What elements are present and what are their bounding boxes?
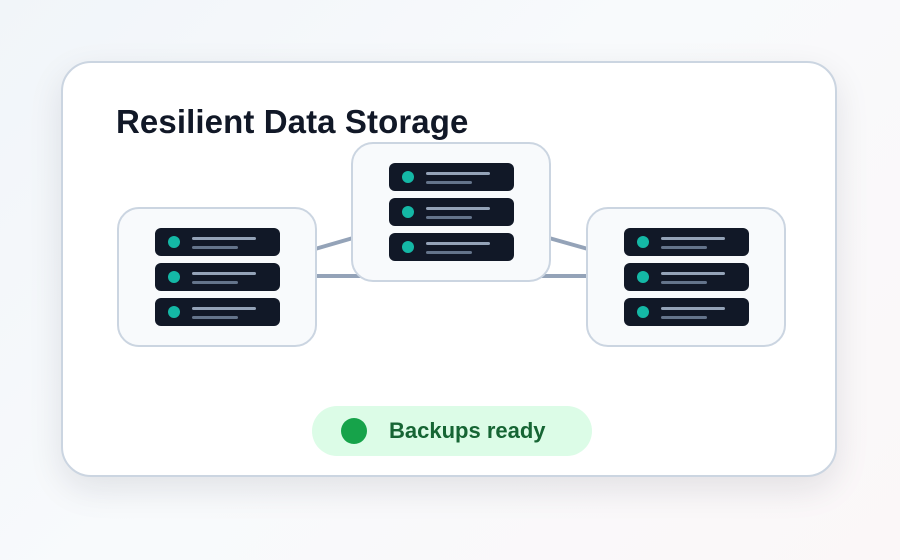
status-badge: Backups ready: [312, 406, 592, 456]
server-bar: [191, 316, 238, 319]
server-status-led: [401, 206, 414, 218]
server-rack-icon: [388, 233, 514, 261]
server-status-led: [636, 306, 649, 318]
server-bar: [191, 272, 256, 275]
server-bar: [191, 237, 256, 240]
link-left-center: [313, 236, 355, 251]
server-rack-icon: [154, 228, 280, 256]
server-bar: [425, 242, 490, 245]
server-bar: [660, 246, 707, 249]
server-status-led: [636, 271, 649, 283]
storage-node-left: [117, 207, 317, 347]
status-label: Backups ready: [389, 418, 546, 443]
server-bar: [191, 307, 256, 310]
server-rack-icon: [623, 263, 749, 291]
server-rack-icon: [623, 298, 749, 326]
server-status-led: [401, 171, 414, 183]
server-rack-icon: [154, 263, 280, 291]
server-bar: [425, 172, 490, 175]
server-bar: [660, 316, 707, 319]
server-bar: [660, 237, 725, 240]
server-bar: [425, 207, 490, 210]
storage-node-right: [586, 207, 786, 347]
server-bar: [425, 216, 472, 219]
server-rack-icon: [388, 163, 514, 191]
server-bar: [660, 272, 725, 275]
server-bar: [191, 281, 238, 284]
server-bar: [660, 307, 725, 310]
server-bar: [425, 181, 472, 184]
server-rack-icon: [388, 198, 514, 226]
server-rack-icon: [623, 228, 749, 256]
storage-node-center: [351, 142, 551, 282]
link-center-right: [547, 236, 590, 251]
server-status-led: [636, 236, 649, 248]
server-rack-icon: [154, 298, 280, 326]
server-status-led: [167, 306, 180, 318]
server-status-led: [401, 241, 414, 253]
server-status-led: [167, 271, 180, 283]
server-bar: [191, 246, 238, 249]
storage-card: Resilient Data Storage Backups ready: [61, 61, 837, 477]
server-bar: [660, 281, 707, 284]
card-title: Resilient Data Storage: [116, 103, 469, 140]
status-dot-icon: [341, 418, 367, 444]
server-status-led: [167, 236, 180, 248]
server-bar: [425, 251, 472, 254]
